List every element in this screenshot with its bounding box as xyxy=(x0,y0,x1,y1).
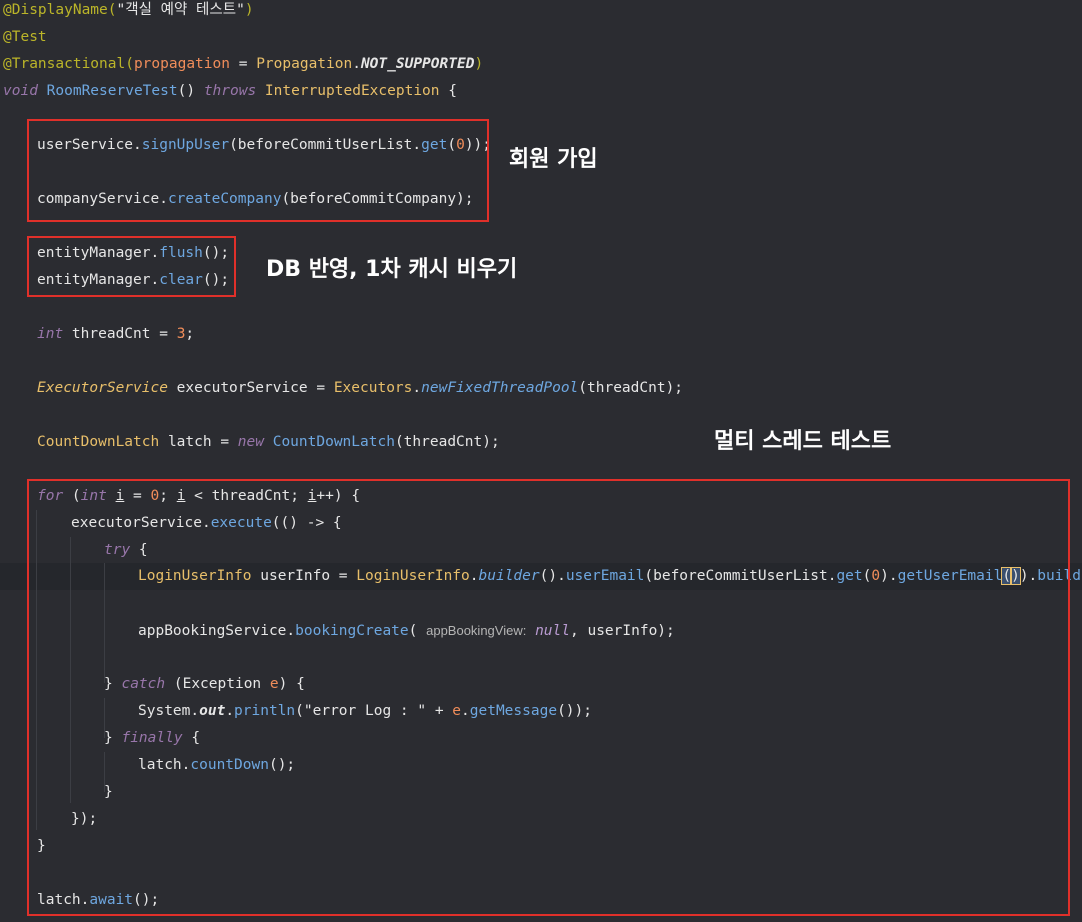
method-token: newFixedThreadPool xyxy=(421,380,579,396)
keyword-token: new xyxy=(237,434,273,450)
parameter-token: propagation xyxy=(133,56,230,72)
keyword-token: int xyxy=(37,326,72,342)
annotation-token: ) xyxy=(474,56,484,72)
multithread-annotation: 멀티 스레드 테스트 xyxy=(714,429,892,454)
method-name-token: RoomReserveTest xyxy=(46,83,178,99)
annotation-token: @Test xyxy=(3,29,47,45)
args-token: (threadCnt); xyxy=(578,380,684,396)
keyword-token: void xyxy=(3,83,47,99)
dot-token: . xyxy=(352,56,361,72)
constructor-token: CountDownLatch xyxy=(272,434,395,450)
code-line: CountDownLatch latch = new CountDownLatc… xyxy=(37,429,1082,456)
class-token: CountDownLatch xyxy=(37,434,160,450)
class-token: InterruptedException xyxy=(264,83,440,99)
code-line: @Test xyxy=(3,24,1082,51)
operator-token: = xyxy=(229,56,257,72)
args-token: (threadCnt); xyxy=(394,434,500,450)
paren-token: () xyxy=(177,83,204,99)
semicolon-token: ; xyxy=(185,326,195,342)
signup-highlight-box xyxy=(27,119,489,222)
identifier-token: threadCnt = xyxy=(71,326,177,342)
signup-annotation: 회원 가입 xyxy=(509,147,598,172)
code-line: int threadCnt = 3; xyxy=(37,321,1082,348)
brace-token: { xyxy=(439,83,457,99)
constant-token: NOT_SUPPORTED xyxy=(360,56,475,72)
dot-token: . xyxy=(412,380,422,396)
code-line: void RoomReserveTest() throws Interrupte… xyxy=(3,78,1082,105)
identifier-token: executorService = xyxy=(167,380,334,396)
string-token: "객실 예약 테스트" xyxy=(116,2,245,18)
annotation-token: ) xyxy=(244,2,254,18)
code-editor[interactable]: @DisplayName("객실 예약 테스트") @Test @Transac… xyxy=(0,0,1082,922)
annotation-token: @Transactional( xyxy=(3,56,134,72)
code-line: @Transactional(propagation = Propagation… xyxy=(3,51,1082,78)
class-token: ExecutorService xyxy=(37,380,168,396)
flush-annotation: DB 반영, 1차 캐시 비우기 xyxy=(266,257,518,282)
identifier-token: latch = xyxy=(159,434,238,450)
flush-highlight-box xyxy=(27,236,236,297)
annotation-token: @DisplayName( xyxy=(3,2,117,18)
class-token: Executors xyxy=(333,380,413,396)
code-line: @DisplayName("객실 예약 테스트") xyxy=(3,0,1082,24)
class-token: Propagation xyxy=(256,56,353,72)
keyword-token: throws xyxy=(203,83,265,99)
multithread-highlight-box xyxy=(27,479,1070,916)
code-line: ExecutorService executorService = Execut… xyxy=(37,375,1082,402)
